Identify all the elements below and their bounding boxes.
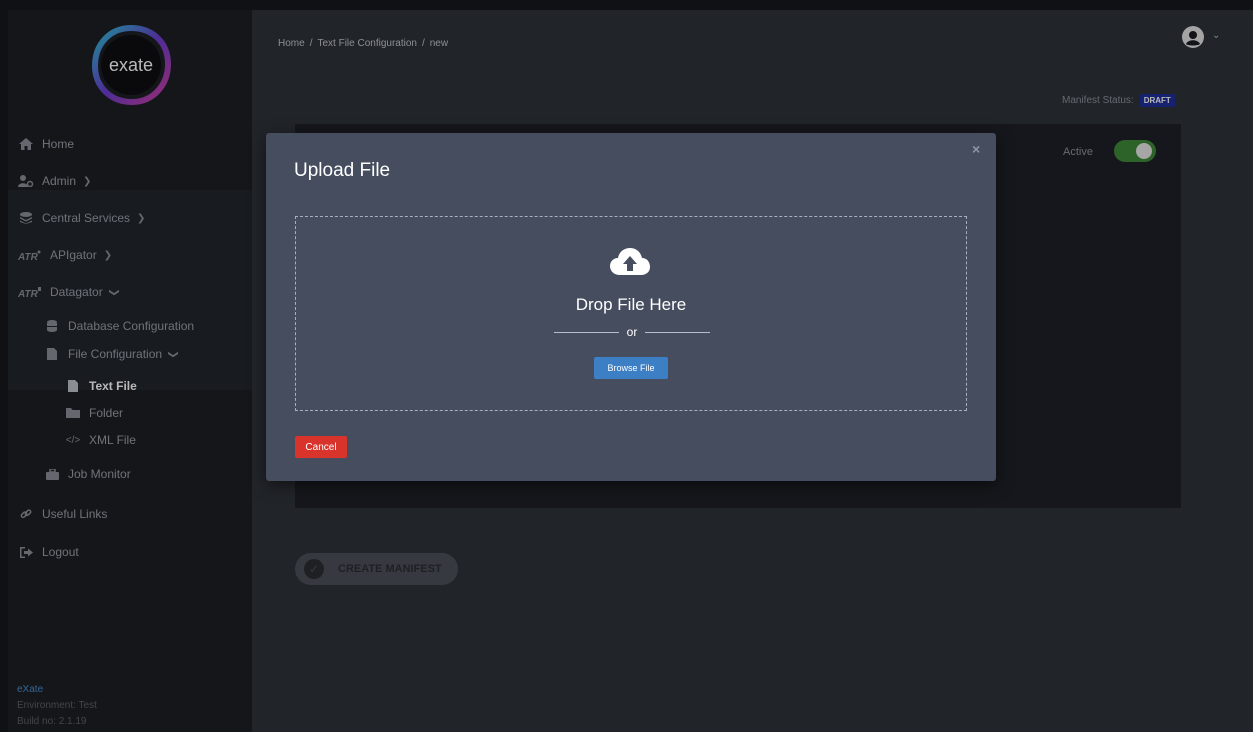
cloud-upload-icon	[610, 248, 650, 275]
app-frame: exate Home Admin ❯ Central Services ❯ AT…	[8, 10, 1253, 732]
upload-file-modal: Upload File × Drop File Here or Browse F…	[266, 133, 996, 481]
or-divider: or	[554, 325, 711, 339]
or-text: or	[626, 325, 638, 339]
modal-title: Upload File	[294, 160, 391, 181]
divider-line	[645, 331, 711, 333]
close-icon[interactable]: ×	[972, 141, 980, 157]
file-dropzone[interactable]: Drop File Here or Browse File	[295, 216, 967, 411]
divider-line	[554, 331, 619, 333]
drop-file-text: Drop File Here	[575, 295, 687, 314]
cancel-button[interactable]: Cancel	[295, 436, 347, 458]
browse-file-button[interactable]: Browse File	[594, 357, 668, 379]
